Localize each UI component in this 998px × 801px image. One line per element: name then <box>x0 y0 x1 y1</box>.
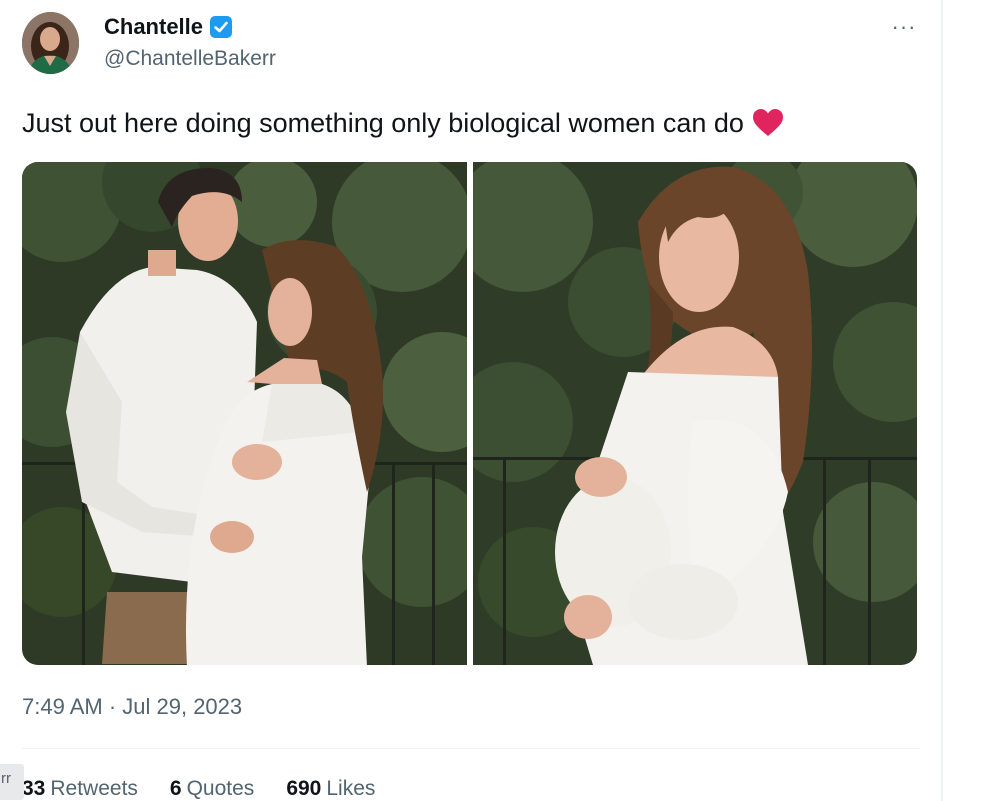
tweet-timestamp[interactable]: 7:49 AM · Jul 29, 2023 <box>22 694 242 720</box>
photo-woman-maternity[interactable] <box>473 162 917 665</box>
likes-stat[interactable]: 690 Likes <box>286 777 375 801</box>
column-border <box>941 0 943 801</box>
retweets-count: 33 <box>22 777 46 800</box>
media-grid <box>22 162 917 665</box>
author-display-name[interactable]: Chantelle <box>104 14 203 40</box>
likes-label: Likes <box>326 777 376 800</box>
quotes-count: 6 <box>169 777 182 800</box>
tweet-text: Just out here doing something only biolo… <box>22 107 744 138</box>
author-avatar[interactable] <box>22 12 79 74</box>
red-heart-emoji-icon <box>752 109 783 136</box>
corner-tab[interactable]: rr <box>0 764 24 800</box>
likes-count: 690 <box>286 777 322 800</box>
retweets-stat[interactable]: 33 Retweets <box>22 777 138 801</box>
stats-divider <box>22 748 920 749</box>
author-handle[interactable]: @ChantelleBakerr <box>104 47 276 71</box>
engagement-stats: 33 Retweets 6 Quotes 690 Likes <box>22 777 407 801</box>
more-options-button[interactable]: ··· <box>884 14 924 40</box>
author-name-row: Chantelle <box>104 14 233 40</box>
tweet-page: Chantelle @ChantelleBakerr ··· Just out … <box>0 0 998 801</box>
tweet-text-row: Just out here doing something only biolo… <box>22 106 784 140</box>
quotes-stat[interactable]: 6 Quotes <box>170 777 254 801</box>
quotes-label: Quotes <box>186 777 255 800</box>
verified-badge-icon <box>210 16 233 38</box>
retweets-label: Retweets <box>50 777 138 800</box>
photo-couple-maternity[interactable] <box>22 162 467 665</box>
